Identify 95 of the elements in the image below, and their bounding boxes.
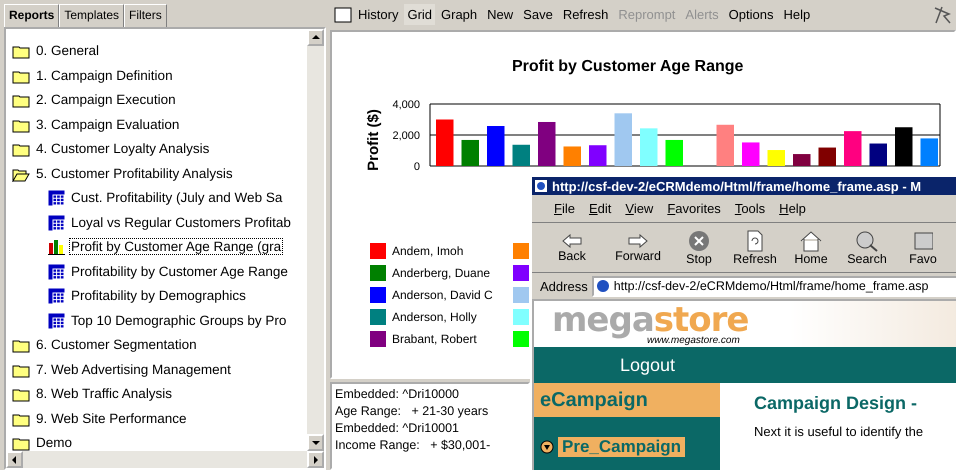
browser-button[interactable]: Home: [786, 230, 836, 266]
menu-item[interactable]: Help: [779, 201, 806, 216]
legend-label: Anderson, David C: [392, 288, 493, 302]
y-tick-label: 4,000: [392, 98, 420, 111]
refresh-icon: [746, 230, 764, 252]
y-tick-label: 2,000: [392, 130, 420, 142]
toolbar-button[interactable]: Options: [724, 3, 778, 26]
tree-item[interactable]: Profit by Customer Age Range (gra: [69, 238, 284, 255]
detail-line: Embedded: ^Dri10000: [335, 386, 460, 404]
folder-icon: [12, 93, 30, 108]
legend-label: Anderson, Holly: [392, 310, 477, 324]
open-folder-icon: [12, 166, 30, 182]
toolbar-button[interactable]: Help: [779, 3, 814, 26]
legend-label: Andem, Imoh: [392, 244, 464, 258]
chart-title: Profit by Customer Age Range: [512, 58, 744, 76]
tree-item[interactable]: 6. Customer Segmentation: [34, 336, 199, 353]
detail-line: Age Range: + 21-30 years: [335, 403, 490, 420]
checkbox[interactable]: [334, 6, 352, 23]
toolbar-button[interactable]: Save: [519, 3, 557, 26]
triangle-icon[interactable]: [10, 455, 19, 464]
grid-report-icon: [48, 288, 65, 304]
grid-report-icon: [48, 190, 65, 206]
grid-report-icon: [48, 214, 65, 230]
tree-item[interactable]: Profitability by Demographics: [69, 287, 248, 304]
tab[interactable]: Reports: [4, 4, 60, 26]
toolbar-button[interactable]: Grid: [404, 4, 436, 26]
folder-icon: [12, 68, 30, 84]
vertical-scrollbar[interactable]: [307, 28, 324, 451]
y-tick-label: 0: [414, 160, 420, 171]
legend-label: Brabant, Robert: [392, 332, 477, 346]
detail-line: Embedded: ^Dri10001: [335, 420, 460, 438]
y-axis-label: Profit ($): [365, 109, 382, 171]
browser-button[interactable]: Back: [542, 232, 602, 262]
folder-icon: [12, 412, 30, 426]
tree-item[interactable]: Profitability by Customer Age Range: [69, 262, 290, 280]
tab[interactable]: Templates: [59, 4, 124, 26]
folder-icon: [12, 387, 30, 402]
tree-item[interactable]: 1. Campaign Definition: [34, 66, 175, 84]
grid-report-icon: [48, 264, 65, 280]
grid-report-icon: [48, 312, 65, 328]
menu-item[interactable]: Favorites: [667, 201, 721, 216]
back-arrow-icon: [561, 232, 583, 248]
toolbar-button[interactable]: Graph: [437, 3, 482, 26]
toolbar-button[interactable]: History: [354, 3, 402, 26]
favorites-icon: [913, 230, 933, 252]
triangle-icon[interactable]: [311, 32, 320, 42]
horizontal-scrollbar[interactable]: [6, 451, 324, 468]
tree-item[interactable]: 3. Campaign Evaluation: [34, 116, 182, 132]
caret-icon: [540, 440, 554, 454]
compass-icon: [932, 4, 952, 25]
browser-button[interactable]: Forward: [608, 232, 668, 262]
folder-icon: [12, 118, 30, 132]
menu-item[interactable]: File: [554, 201, 575, 216]
folder-icon: [12, 142, 30, 157]
folder-icon: [12, 338, 30, 353]
section-title: eCampaign: [534, 383, 720, 417]
menu-item[interactable]: View: [625, 201, 654, 216]
bar-chart-icon: [48, 239, 65, 255]
forward-arrow-icon: [627, 232, 649, 248]
tree-item[interactable]: 0. General: [34, 42, 102, 59]
folder-icon: [12, 362, 30, 378]
tree-item[interactable]: 7. Web Advertising Management: [34, 360, 233, 378]
tree-item[interactable]: Loyal vs Regular Customers Profitab: [69, 214, 293, 230]
page-icon: [596, 279, 610, 293]
page-heading: Campaign Design -: [754, 393, 918, 414]
home-icon: [799, 230, 823, 252]
folder-icon: [12, 44, 30, 59]
toolbar-button[interactable]: Refresh: [558, 3, 612, 26]
window-title: http://csf-dev-2/eCRMdemo/Html/frame/home_frame.asp - M: [552, 178, 922, 194]
tree-item[interactable]: 8. Web Traffic Analysis: [34, 385, 174, 402]
browser-button[interactable]: Refresh: [730, 230, 780, 266]
page-icon: [534, 179, 548, 193]
search-icon: [855, 230, 879, 252]
menu-item[interactable]: Edit: [588, 201, 612, 216]
tree-item[interactable]: 4. Customer Loyalty Analysis: [34, 140, 212, 157]
stop-icon: [688, 230, 710, 252]
toolbar-button[interactable]: New: [483, 3, 518, 26]
address-field[interactable]: http://csf-dev-2/eCRMdemo/Html/frame/home_frame.asp: [592, 276, 956, 296]
detail-line: Income Range: + $30,001-: [335, 437, 492, 454]
tree-item[interactable]: 9. Web Site Performance: [34, 410, 189, 426]
browser-button[interactable]: Search: [842, 230, 892, 266]
tree-item[interactable]: 5. Customer Profitability Analysis: [34, 164, 235, 182]
browser-button[interactable]: Favo: [898, 230, 948, 266]
site-url: www.megastore.com: [647, 335, 741, 346]
menu-item[interactable]: Tools: [734, 201, 766, 216]
legend-label: Anderberg, Duane: [392, 266, 490, 280]
tree-item[interactable]: Demo: [34, 434, 74, 451]
browser-button[interactable]: Stop: [674, 230, 724, 266]
address-label: Address: [540, 278, 588, 294]
tree-item[interactable]: 2. Campaign Execution: [34, 91, 178, 108]
logout-link[interactable]: Logout: [620, 354, 676, 376]
page-text: Next it is useful to identify the: [754, 424, 924, 439]
tab[interactable]: Filters: [124, 4, 167, 26]
tree-item[interactable]: Top 10 Demographic Groups by Pro: [69, 312, 288, 328]
tree-item[interactable]: Cust. Profitability (July and Web Sa: [69, 189, 284, 206]
